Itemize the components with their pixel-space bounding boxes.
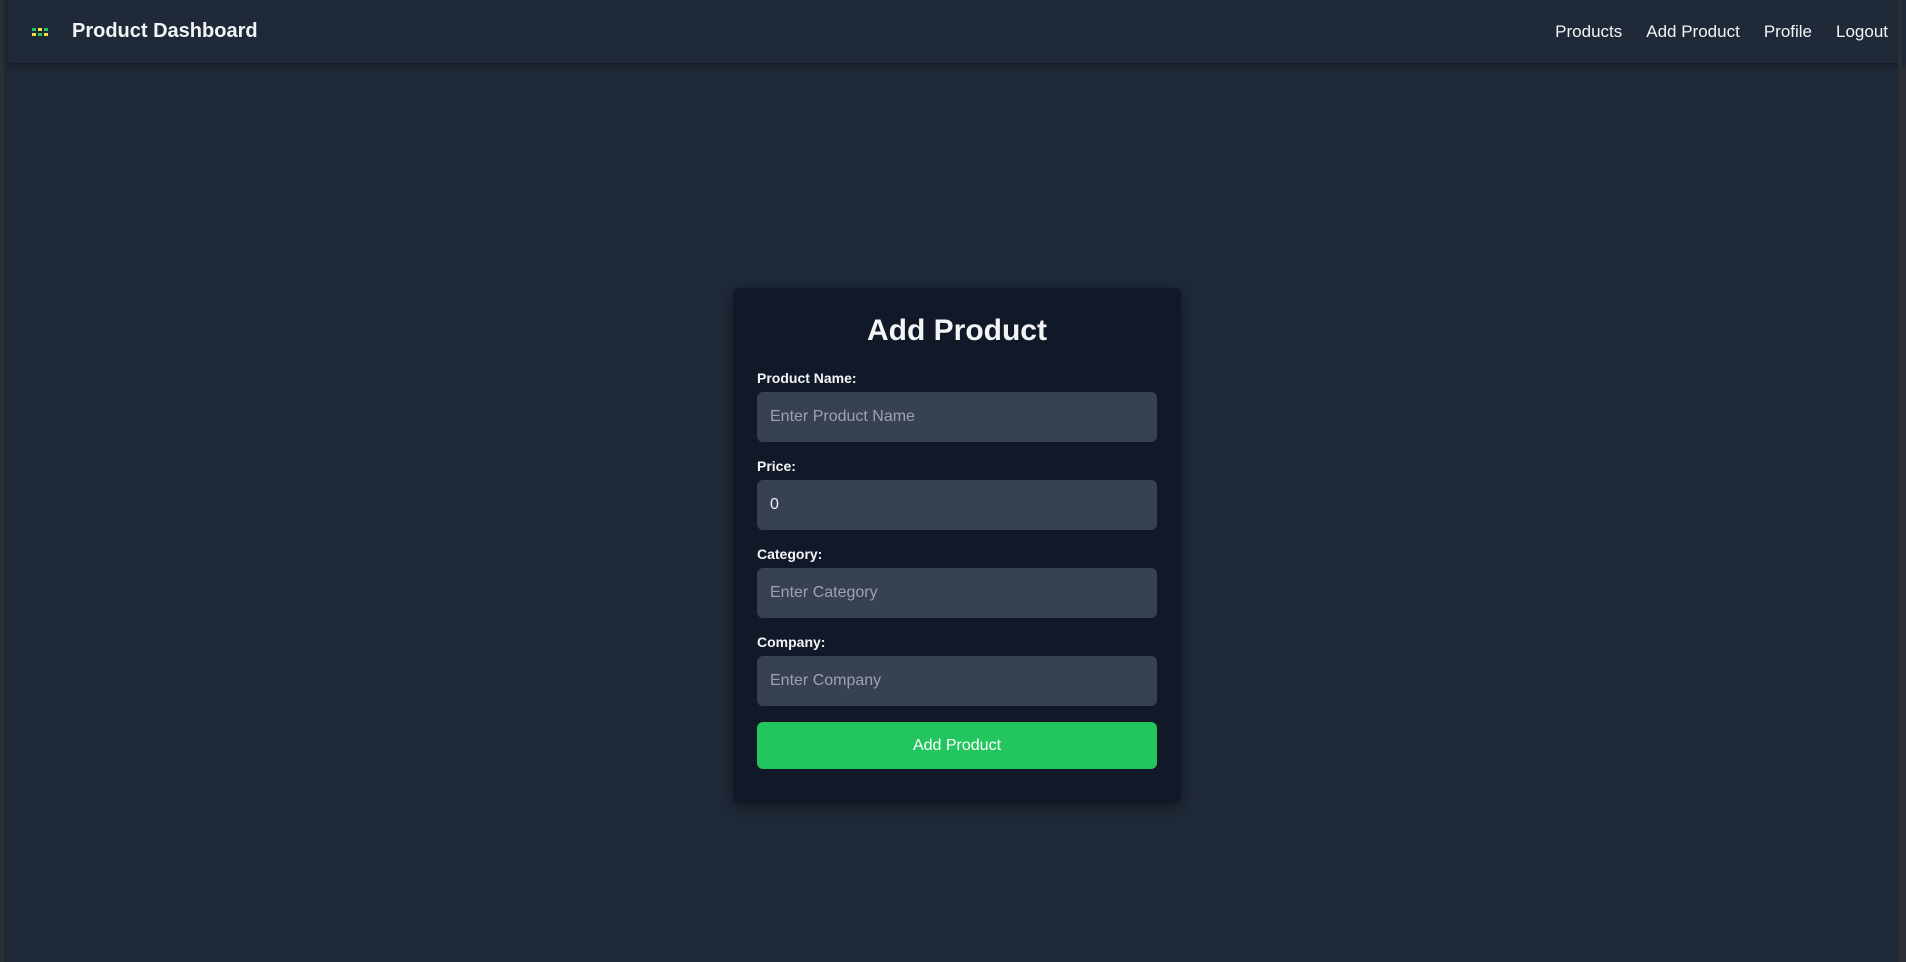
app-title: Product Dashboard <box>72 20 258 42</box>
product-name-input[interactable] <box>757 392 1157 442</box>
add-product-form: Add Product Product Name: Price: Categor… <box>733 288 1181 803</box>
category-input[interactable] <box>757 568 1157 618</box>
company-label: Company: <box>757 634 826 650</box>
nav-link-profile[interactable]: Profile <box>1764 22 1812 42</box>
category-label: Category: <box>757 546 823 562</box>
price-field: Price: <box>757 458 1157 530</box>
app-window: Product Dashboard Products Add Product P… <box>0 0 1906 962</box>
brand: Product Dashboard <box>32 20 258 43</box>
window-edge <box>1898 0 1902 962</box>
nav-link-products[interactable]: Products <box>1555 22 1622 42</box>
nav-links: Products Add Product Profile Logout <box>1555 22 1888 42</box>
company-input[interactable] <box>757 656 1157 706</box>
grid-logo-icon <box>32 26 52 38</box>
category-field: Category: <box>757 546 1157 618</box>
add-product-button[interactable]: Add Product <box>757 722 1157 769</box>
price-input[interactable] <box>757 480 1157 530</box>
price-label: Price: <box>757 458 796 474</box>
nav-link-add-product[interactable]: Add Product <box>1646 22 1740 42</box>
product-name-label: Product Name: <box>757 370 857 386</box>
nav-link-logout[interactable]: Logout <box>1836 22 1888 42</box>
product-name-field: Product Name: <box>757 370 1157 442</box>
form-title: Add Product <box>867 314 1047 347</box>
company-field: Company: <box>757 634 1157 706</box>
top-navbar: Product Dashboard Products Add Product P… <box>8 0 1906 63</box>
